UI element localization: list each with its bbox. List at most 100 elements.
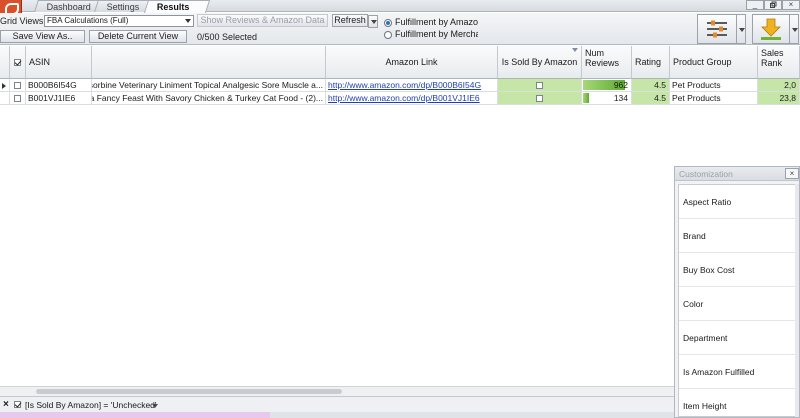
column-header-rating[interactable]: Rating <box>632 46 670 79</box>
filter-dropdown-icon[interactable] <box>152 404 158 408</box>
customization-field[interactable]: Department <box>679 321 795 355</box>
customization-panel: Customization × Aspect Ratio Brand Buy B… <box>674 166 800 418</box>
rating-cell[interactable]: 4.5 <box>632 79 670 92</box>
radio-selected-icon <box>384 18 392 27</box>
fulfillment-options: Fulfillment by Amazon Fulfillment by Mer… <box>380 15 478 43</box>
minimize-button[interactable]: _ <box>746 0 764 10</box>
window-controls: _ × <box>746 0 800 10</box>
sales-rank-cell[interactable]: 2,0 <box>758 79 800 92</box>
num-reviews-bar <box>583 93 589 103</box>
is-sold-by-amazon-cell[interactable] <box>498 92 582 105</box>
num-reviews-value: 962 <box>613 80 628 90</box>
header-label: Num Reviews <box>585 48 620 68</box>
sales-rank-cell[interactable]: 23,8 <box>758 92 800 105</box>
amazon-link[interactable]: http://www.amazon.com/dp/B001VJ1IE6 <box>328 93 480 103</box>
column-header-amazon-link[interactable]: Amazon Link <box>326 46 498 79</box>
product-group-cell[interactable]: Pet Products <box>670 79 758 92</box>
customization-field-list: Aspect Ratio Brand Buy Box Cost Color De… <box>678 184 796 417</box>
num-reviews-value: 134 <box>613 93 628 103</box>
customization-field[interactable]: Brand <box>679 219 795 253</box>
asin-cell[interactable]: B000B6I54G <box>26 79 92 92</box>
show-reviews-button[interactable]: Show Reviews & Amazon Data <box>197 14 328 27</box>
title-cell[interactable]: Purina Fancy Feast With Savory Chicken &… <box>92 92 326 105</box>
title-text: Absorbine Veterinary Liniment Topical An… <box>92 80 323 90</box>
fulfillment-merchant-option[interactable]: Fulfillment by Merchant <box>384 29 478 40</box>
tab-strip: Dashboard Settings Results _ × <box>0 0 800 15</box>
header-label: Is Sold By Amazon <box>501 57 578 67</box>
column-header-product-group[interactable]: Product Group <box>670 46 758 79</box>
selected-count: 0/500 Selected <box>197 32 258 42</box>
export-dropdown[interactable] <box>789 14 799 44</box>
save-view-button[interactable]: Save View As.. <box>0 30 85 43</box>
num-reviews-cell[interactable]: 134 <box>582 92 632 105</box>
row-checkbox[interactable] <box>14 95 21 103</box>
status-progress-bar <box>0 412 270 418</box>
column-header-is-sold-by-amazon[interactable]: Is Sold By Amazon <box>498 46 582 79</box>
fulfillment-amazon-option[interactable]: Fulfillment by Amazon <box>384 17 478 28</box>
row-indicator <box>0 92 10 105</box>
column-header-sales-rank[interactable]: Sales Rank <box>758 46 800 79</box>
export-button[interactable] <box>752 14 799 44</box>
tab-label: Results <box>156 2 190 12</box>
tab-label: Settings <box>106 2 140 12</box>
tab-results[interactable]: Results <box>143 0 211 13</box>
select-all-header[interactable] <box>10 46 26 79</box>
header-label: Rating <box>635 57 662 67</box>
refresh-label: Refresh <box>334 15 366 25</box>
fulfillment-amazon-label: Fulfillment by Amazon <box>395 17 478 27</box>
header-label: Amazon Link <box>385 57 438 67</box>
customization-field[interactable]: Item Height <box>679 389 795 417</box>
row-checkbox-cell[interactable] <box>10 79 26 92</box>
close-button[interactable]: × <box>782 0 800 10</box>
tab-settings[interactable]: Settings <box>94 0 150 12</box>
customization-title: Customization × <box>675 167 799 181</box>
chevron-down-icon <box>185 19 191 23</box>
filter-enabled-checkbox[interactable] <box>14 401 21 408</box>
tab-dashboard[interactable]: Dashboard <box>34 0 102 12</box>
is-sold-by-amazon-checkbox[interactable] <box>536 82 543 90</box>
customization-close-button[interactable]: × <box>785 168 799 179</box>
amazon-link[interactable]: http://www.amazon.com/dp/B000B6I54G <box>328 80 481 90</box>
filter-icon[interactable] <box>572 48 578 52</box>
column-header-title[interactable] <box>92 46 326 79</box>
customization-field[interactable]: Buy Box Cost <box>679 253 795 287</box>
clear-filter-icon[interactable]: × <box>3 397 9 413</box>
customization-field[interactable]: Aspect Ratio <box>679 185 795 219</box>
is-sold-by-amazon-checkbox[interactable] <box>536 95 543 103</box>
customization-scrollbar[interactable] <box>795 184 799 417</box>
column-settings-dropdown[interactable] <box>736 14 746 44</box>
fulfillment-merchant-label: Fulfillment by Merchant <box>395 29 478 39</box>
refresh-button[interactable]: Refresh <box>332 14 378 28</box>
row-indicator-header <box>0 46 10 79</box>
row-indicator <box>0 79 10 92</box>
radio-unselected-icon <box>384 30 392 39</box>
scrollbar-thumb[interactable] <box>36 389 342 394</box>
header-label: ASIN <box>29 57 51 67</box>
amazon-link-cell[interactable]: http://www.amazon.com/dp/B000B6I54G <box>326 79 498 92</box>
tab-label: Dashboard <box>46 2 91 12</box>
product-group-cell[interactable]: Pet Products <box>670 92 758 105</box>
grid-views-dropdown[interactable]: FBA Calculations (Full) <box>44 15 194 27</box>
column-header-asin[interactable]: ASIN <box>26 46 92 79</box>
horizontal-scrollbar[interactable] <box>0 386 676 396</box>
rating-cell[interactable]: 4.5 <box>632 92 670 105</box>
is-sold-by-amazon-cell[interactable] <box>498 79 582 92</box>
column-settings-button[interactable] <box>697 14 746 44</box>
filter-expression[interactable]: [Is Sold By Amazon] = 'Unchecked' <box>25 397 157 413</box>
customization-title-text: Customization <box>679 169 733 179</box>
select-all-checkbox[interactable] <box>14 58 21 66</box>
column-header-num-reviews[interactable]: Num Reviews <box>582 46 632 79</box>
restore-icon[interactable] <box>764 0 782 10</box>
row-checkbox-cell[interactable] <box>10 92 26 105</box>
asin-cell[interactable]: B001VJ1IE6 <box>26 92 92 105</box>
row-checkbox[interactable] <box>14 82 21 90</box>
refresh-dropdown-icon[interactable] <box>368 15 378 28</box>
title-cell[interactable]: Absorbine Veterinary Liniment Topical An… <box>92 79 326 92</box>
amazon-link-cell[interactable]: http://www.amazon.com/dp/B001VJ1IE6 <box>326 92 498 105</box>
header-label: Sales Rank <box>761 48 784 68</box>
download-icon <box>761 18 781 40</box>
num-reviews-cell[interactable]: 962 <box>582 79 632 92</box>
customization-field[interactable]: Color <box>679 287 795 321</box>
delete-view-button[interactable]: Delete Current View <box>89 30 187 43</box>
customization-field[interactable]: Is Amazon Fulfilled <box>679 355 795 389</box>
